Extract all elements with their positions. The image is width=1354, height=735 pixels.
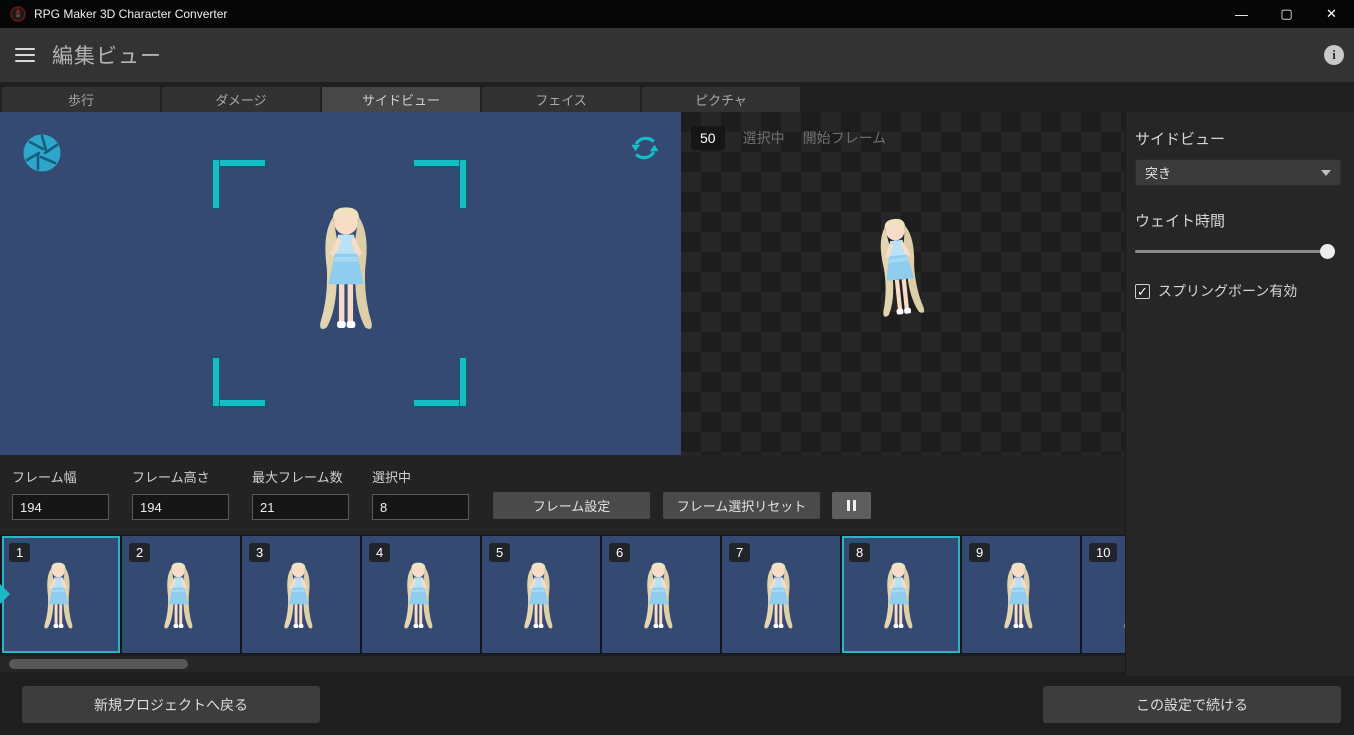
frame-number-badge: 6 (609, 543, 631, 562)
selected-frame-label: 選択中 (372, 470, 412, 485)
capture-bracket-topright (414, 160, 466, 208)
frame-number-badge: 3 (249, 543, 271, 562)
selected-frame-field: 選択中 (372, 467, 469, 520)
frame-thumbnail-8[interactable]: 8 (842, 536, 960, 653)
start-frame-mode-label[interactable]: 開始フレーム (803, 128, 887, 148)
page-title: 編集ビュー (52, 45, 162, 68)
sidebar-title: サイドビュー (1135, 131, 1226, 148)
motion-dropdown[interactable]: 突き (1135, 159, 1341, 186)
frame-width-input[interactable] (12, 494, 109, 520)
tabbar: 歩行 ダメージ サイドビュー フェイス ピクチャ (0, 82, 1354, 112)
frame-character-sprite (1112, 550, 1125, 642)
selected-frame-input[interactable] (372, 494, 469, 520)
max-frames-field: 最大フレーム数 (252, 467, 349, 520)
frame-controls-panel: フレーム幅 フレーム高さ 最大フレーム数 選択中 フレーム設定 フレーム選択リセ… (0, 455, 1125, 535)
frame-thumbnail-2[interactable]: 2 (122, 536, 240, 653)
current-frame-indicator-icon (0, 584, 10, 604)
frame-width-field: フレーム幅 (12, 467, 109, 520)
frame-counter-badge: 50 (691, 126, 725, 150)
pause-button[interactable] (832, 492, 871, 519)
capture-bracket-topleft (213, 160, 265, 208)
frame-thumbnail-7[interactable]: 7 (722, 536, 840, 653)
back-to-new-project-button[interactable]: 新規プロジェクトへ戻る (22, 686, 320, 723)
info-icon[interactable]: i (1324, 45, 1344, 65)
springbone-checkbox[interactable]: ✓ (1135, 283, 1150, 299)
rotate-view-icon[interactable] (629, 132, 661, 164)
frame-number-badge: 1 (9, 543, 31, 562)
frame-character-sprite (632, 550, 684, 642)
frame-number-badge: 7 (729, 543, 751, 562)
close-button[interactable]: ✕ (1309, 0, 1354, 28)
frame-thumbnail-10[interactable]: 10 (1082, 536, 1125, 653)
tab-damage[interactable]: ダメージ (162, 87, 320, 112)
footer: 新規プロジェクトへ戻る この設定で続ける (0, 676, 1354, 735)
minimize-button[interactable]: — (1219, 0, 1264, 28)
selected-mode-label[interactable]: 選択中 (743, 128, 785, 148)
tab-walk[interactable]: 歩行 (2, 87, 160, 112)
chevron-down-icon (1321, 169, 1331, 176)
frame-height-field: フレーム高さ (132, 467, 229, 520)
animation-panel: 50 選択中 開始フレーム (681, 112, 1125, 455)
menu-icon[interactable] (15, 48, 35, 62)
frame-settings-button[interactable]: フレーム設定 (493, 492, 650, 519)
max-frames-input[interactable] (252, 494, 349, 520)
frame-thumbnail-1[interactable]: 1 (2, 536, 120, 653)
preview-panel (0, 112, 681, 455)
frame-thumbnail-9[interactable]: 9 (962, 536, 1080, 653)
motion-dropdown-value: 突き (1145, 166, 1172, 181)
slider-thumb[interactable] (1320, 244, 1335, 259)
continue-with-settings-button[interactable]: この設定で続ける (1043, 686, 1341, 723)
tab-face[interactable]: フェイス (482, 87, 640, 112)
frame-thumbnail-3[interactable]: 3 (242, 536, 360, 653)
maximize-button[interactable]: ▢ (1264, 0, 1309, 28)
wait-time-label: ウェイト時間 (1135, 213, 1226, 230)
wait-time-slider[interactable] (1135, 243, 1335, 259)
character-animation-sprite (861, 200, 937, 335)
springbone-toggle[interactable]: ✓ スプリングボーン有効 (1135, 281, 1340, 301)
frame-width-label: フレーム幅 (12, 470, 77, 485)
capture-bracket-bottomright (414, 358, 466, 406)
camera-aperture-icon[interactable] (22, 133, 62, 173)
frame-height-label: フレーム高さ (132, 470, 210, 485)
frame-character-sprite (272, 550, 324, 642)
scrollbar-thumb[interactable] (9, 659, 188, 669)
titlebar: RPG Maker 3D Character Converter — ▢ ✕ (0, 0, 1354, 28)
header: 編集ビュー i (0, 28, 1354, 82)
frame-thumbnail-6[interactable]: 6 (602, 536, 720, 653)
tab-picture[interactable]: ピクチャ (642, 87, 800, 112)
capture-bracket-bottomleft (213, 358, 265, 406)
window-title: RPG Maker 3D Character Converter (34, 7, 228, 21)
filmstrip-scrollbar[interactable] (0, 656, 1125, 672)
frame-number-badge: 9 (969, 543, 991, 562)
slider-track (1135, 250, 1329, 253)
frame-character-sprite (32, 550, 84, 642)
frame-height-input[interactable] (132, 494, 229, 520)
character-preview-sprite (298, 184, 394, 354)
frame-number-badge: 4 (369, 543, 391, 562)
frame-selection-reset-button[interactable]: フレーム選択リセット (663, 492, 820, 519)
frame-thumbnail-5[interactable]: 5 (482, 536, 600, 653)
app-logo-icon (10, 6, 26, 22)
springbone-label: スプリングボーン有効 (1158, 283, 1298, 299)
pause-icon (847, 500, 850, 511)
frame-character-sprite (512, 550, 564, 642)
frame-character-sprite (392, 550, 444, 642)
frame-number-badge: 2 (129, 543, 151, 562)
tab-sideview[interactable]: サイドビュー (322, 87, 480, 112)
filmstrip: 1 2 3 4 5 6 7 8 9 10 (0, 535, 1125, 654)
frame-thumbnail-4[interactable]: 4 (362, 536, 480, 653)
frame-character-sprite (752, 550, 804, 642)
max-frames-label: 最大フレーム数 (252, 470, 343, 485)
frame-character-sprite (152, 550, 204, 642)
frame-character-sprite (872, 550, 924, 642)
sidebar: サイドビュー 突き ウェイト時間 ✓ スプリングボーン有効 (1125, 112, 1354, 676)
frame-number-badge: 5 (489, 543, 511, 562)
frame-number-badge: 8 (849, 543, 871, 562)
frame-number-badge: 10 (1089, 543, 1118, 562)
frame-character-sprite (992, 550, 1044, 642)
